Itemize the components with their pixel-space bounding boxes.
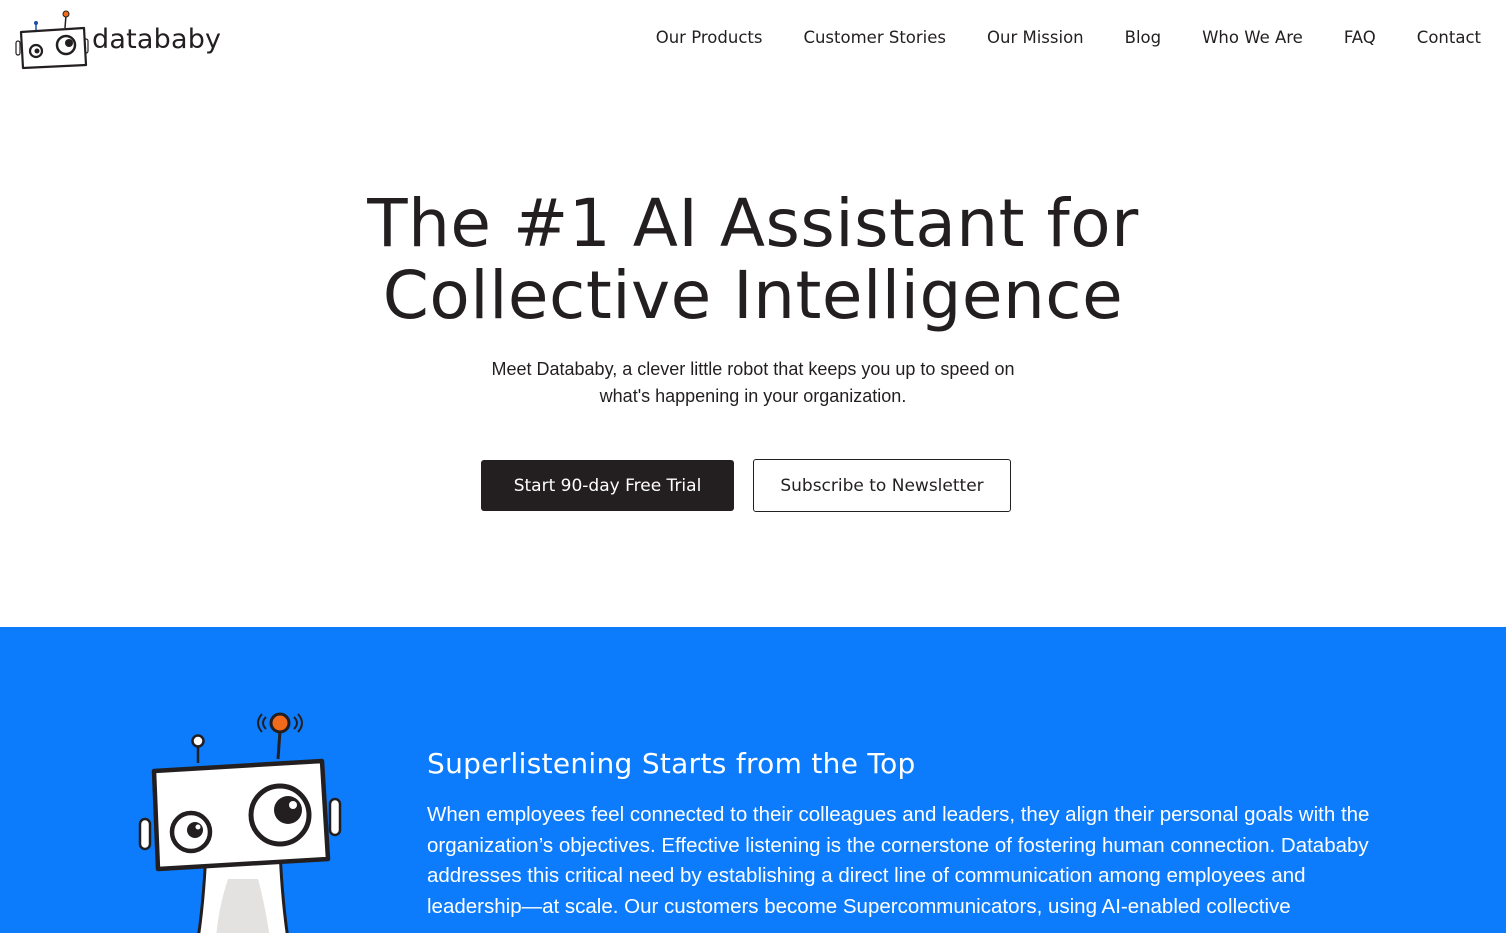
section-heading: Superlistening Starts from the Top (427, 747, 916, 780)
datababy-logo-icon (15, 10, 89, 70)
hero-subtitle: Meet Datababy, a clever little robot tha… (491, 359, 1015, 406)
hero-title: The #1 AI Assistant for Collective Intel… (0, 188, 1506, 332)
nav-blog[interactable]: Blog (1125, 28, 1161, 47)
robot-mascot-icon (138, 712, 342, 933)
superlistening-section: Superlistening Starts from the Top When … (0, 627, 1506, 933)
nav-faq[interactable]: FAQ (1344, 28, 1376, 47)
section-body: When employees feel connected to their c… (427, 803, 1370, 918)
start-free-trial-button[interactable]: Start 90-day Free Trial (481, 460, 734, 511)
hero-title-line-2: Collective Intelligence (382, 257, 1124, 334)
brand-name: datababy (92, 23, 222, 55)
nav-contact[interactable]: Contact (1417, 28, 1481, 47)
subscribe-newsletter-button[interactable]: Subscribe to Newsletter (753, 459, 1011, 512)
hero-section: The #1 AI Assistant for Collective Intel… (0, 84, 1506, 627)
nav-customer-stories[interactable]: Customer Stories (803, 28, 946, 47)
nav-our-products[interactable]: Our Products (656, 28, 763, 47)
main-nav: Our Products Customer Stories Our Missio… (656, 28, 1481, 47)
site-header: datababy Our Products Customer Stories O… (0, 0, 1506, 84)
nav-our-mission[interactable]: Our Mission (987, 28, 1084, 47)
nav-who-we-are[interactable]: Who We Are (1202, 28, 1303, 47)
brand-logo[interactable]: datababy (14, 10, 221, 72)
hero-title-line-1: The #1 AI Assistant for (367, 185, 1139, 262)
